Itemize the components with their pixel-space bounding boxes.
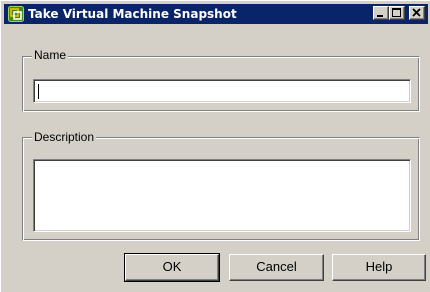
description-textarea[interactable] [36, 162, 408, 229]
snapshot-dialog: Take Virtual Machine Snapshot Name Descr… [0, 0, 430, 292]
cancel-button[interactable]: Cancel [229, 254, 324, 281]
help-button[interactable]: Help [332, 254, 426, 281]
description-group: Description [1, 1, 430, 246]
description-field[interactable] [33, 159, 411, 232]
description-label: Description [32, 130, 97, 144]
ok-button[interactable]: OK [124, 253, 220, 282]
